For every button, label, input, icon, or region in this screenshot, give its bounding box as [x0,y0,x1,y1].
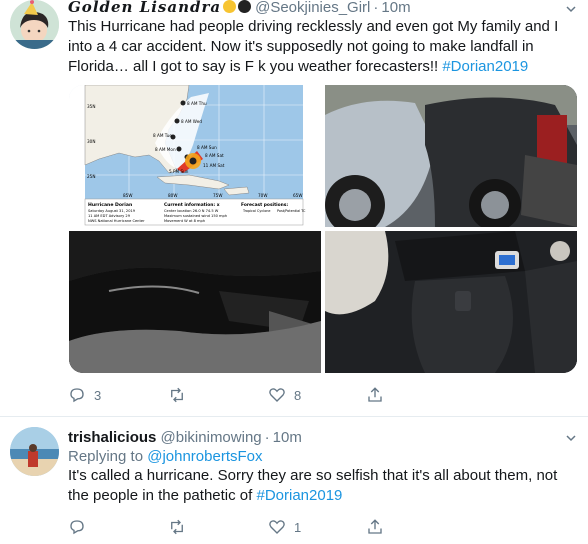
lon-label: 75W [213,193,222,198]
tweet-text: It's called a hurricane. Sorry they are … [68,467,558,504]
map-label: 8 AM Mon [155,147,176,152]
reply-icon [70,520,84,535]
map-forecast: Tropical Cyclone [242,209,271,213]
chevron-down-icon[interactable] [566,4,576,14]
like-count: 8 [294,387,302,403]
like-count: 1 [294,519,302,535]
black-heart-icon [238,0,252,13]
user-handle[interactable]: @Seokjinies_Girl [255,0,370,16]
tweet-actions: 3 8 [68,386,508,408]
timestamp[interactable]: 10m [273,429,302,446]
display-name[interactable]: Golden Lisandra [68,0,221,16]
share-icon [368,519,382,534]
hurricane-map-image[interactable]: 8 AM Thu 8 AM Wed 8 AM Tue 8 AM Mon 8 AM… [69,85,321,227]
map-label: 8 AM Thu [187,101,207,106]
map-date: Saturday August 31, 2019 [88,209,136,213]
reply-button[interactable]: 3 [68,386,101,404]
hashtag-link[interactable]: #Dorian2019 [256,487,342,504]
user-handle[interactable]: @bikinimowing [161,429,262,446]
lon-label: 70W [258,193,267,198]
chevron-down-icon[interactable] [566,433,576,443]
tweet-header: Golden Lisandra @Seokjinies_Girl · 10m [68,0,411,16]
map-center: NWS National Hurricane Center [88,219,145,223]
lon-label: 80W [168,193,177,198]
mention-link[interactable]: @johnrobertsFox [147,448,262,465]
heart-icon [269,520,285,534]
tweet-text: This Hurricane had people driving reckle… [68,18,559,75]
tweet-actions: 1 [68,518,508,540]
retweet-button[interactable] [168,386,194,404]
map-title: Hurricane Dorian [88,202,132,208]
map-info-title: Current information: x [164,202,220,208]
map-info: Maximum sustained wind 150 mph [164,214,227,218]
lat-label: 30N [87,139,95,144]
lon-label: 85W [123,193,132,198]
lon-label: 65W [293,193,302,198]
share-button[interactable] [366,386,384,404]
timestamp[interactable]: 10m [381,0,410,16]
share-button[interactable] [366,518,384,536]
avatar[interactable] [10,427,59,476]
map-label: 8 AM Tue [153,133,172,138]
reply-icon [70,388,84,403]
tweet-header: trishalicious @bikinimowing · 10m [68,429,302,446]
replying-to: Replying to @johnrobertsFox [68,448,263,465]
yellow-heart-icon [223,0,237,13]
map-advisory: 11 AM EDT Advisory 29 [88,214,131,218]
map-forecast: Post/Potential TC [277,209,306,213]
heart-icon [269,388,285,402]
retweet-icon [171,387,183,403]
map-label: 8 AM Sun [197,145,217,150]
like-button[interactable]: 8 [268,386,301,404]
tweet-trishalicious[interactable]: trishalicious @bikinimowing · 10m Replying… [0,417,588,544]
reply-button[interactable] [68,518,94,536]
map-info: Movement W at 8 mph [164,219,205,223]
hashtag-link[interactable]: #Dorian2019 [442,58,528,75]
retweet-button[interactable] [168,518,194,536]
car-interior-photo[interactable] [325,231,577,373]
map-label: 5 PM Sun [169,169,189,174]
tweet-golden-lisandra[interactable]: Golden Lisandra @Seokjinies_Girl · 10m This… [0,0,588,416]
lat-label: 35N [87,104,95,109]
share-icon [368,387,382,402]
map-label: 8 AM Sat [205,153,224,158]
like-button[interactable]: 1 [268,518,301,536]
car-accident-photo[interactable] [325,85,577,227]
damaged-bumper-photo[interactable] [69,231,321,373]
media-grid: 8 AM Thu 8 AM Wed 8 AM Tue 8 AM Mon 8 AM… [69,85,577,373]
map-label: 11 AM Sat [203,163,225,168]
display-name[interactable]: trishalicious [68,429,156,446]
lat-label: 25N [87,174,95,179]
map-label: 8 AM Wed [181,119,202,124]
retweet-icon [171,519,183,535]
map-forecast-title: Forecast positions: [241,202,288,208]
avatar[interactable] [10,0,59,49]
map-info: Center location 26.0 N 74.5 W [164,209,219,213]
reply-count: 3 [94,387,102,403]
